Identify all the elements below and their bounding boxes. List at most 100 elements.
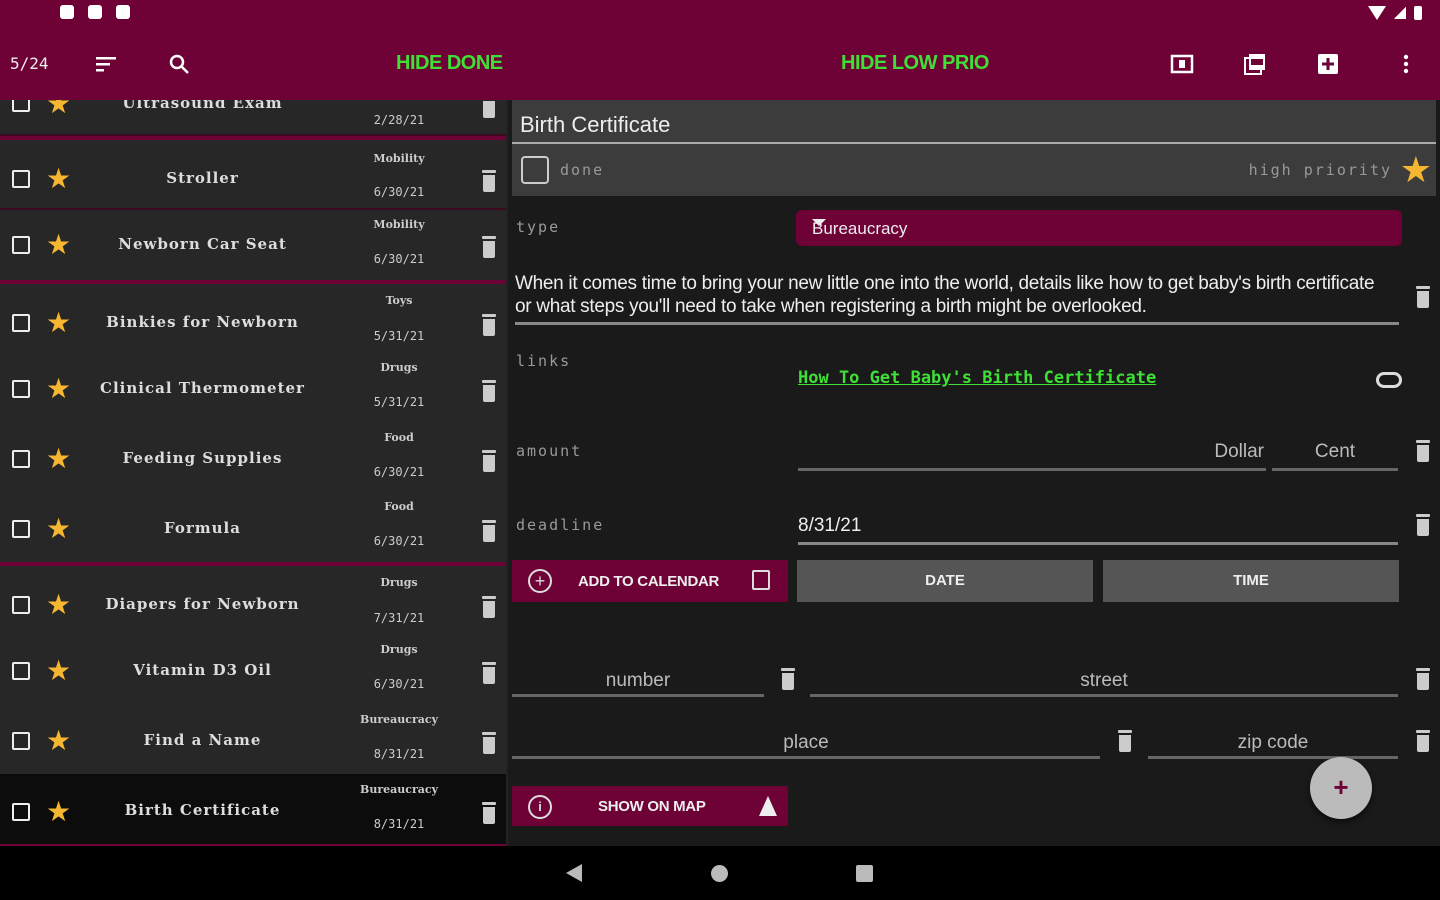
done-checkbox[interactable]	[12, 380, 30, 398]
list-item[interactable]: ★ Feeding Supplies Food 6/30/21	[0, 422, 506, 494]
done-checkbox[interactable]	[12, 170, 30, 188]
done-checkbox[interactable]	[12, 100, 30, 112]
number-input[interactable]: number	[512, 670, 764, 692]
trash-icon[interactable]	[1117, 730, 1133, 752]
list-item[interactable]: ★ Binkies for Newborn Toys 5/31/21	[0, 280, 506, 354]
cent-input[interactable]: Cent	[1274, 441, 1396, 463]
star-icon[interactable]: ★	[46, 515, 71, 543]
search-icon[interactable]	[165, 50, 193, 78]
trash-icon[interactable]	[1415, 440, 1431, 462]
list-item[interactable]: ★ Newborn Car Seat Mobility 6/30/21	[0, 210, 506, 282]
type-value: Bureaucracy	[812, 219, 908, 238]
add-fab-button[interactable]: +	[1310, 757, 1372, 819]
star-icon[interactable]: ★	[46, 100, 71, 118]
trash-icon[interactable]	[1415, 514, 1431, 536]
list-item[interactable]: ★ Stroller Mobility 6/30/21	[0, 136, 506, 210]
pdf-icon[interactable]	[1241, 50, 1269, 78]
description-text[interactable]: When it comes time to bring your new lit…	[515, 272, 1395, 318]
add-to-calendar-button[interactable]: + ADD TO CALENDAR	[512, 560, 788, 602]
list-item[interactable]: ★ Find a Name Bureaucracy 8/31/21	[0, 704, 506, 776]
sort-icon[interactable]	[92, 50, 120, 78]
trash-icon[interactable]	[481, 520, 497, 542]
back-icon[interactable]	[566, 864, 582, 882]
deadline-value[interactable]: 8/31/21	[798, 515, 861, 537]
star-icon[interactable]: ★	[46, 798, 71, 826]
item-title: Diapers for Newborn	[105, 595, 300, 613]
item-date: 6/30/21	[373, 185, 425, 199]
type-select[interactable]: Bureaucracy	[796, 210, 1402, 246]
star-icon[interactable]: ★	[46, 445, 71, 473]
date-button[interactable]: DATE	[797, 560, 1093, 602]
done-checkbox[interactable]	[12, 662, 30, 680]
link[interactable]: How To Get Baby's Birth Certificate	[798, 368, 1156, 388]
list-item[interactable]: ★ Clinical Thermometer Drugs 5/31/21	[0, 352, 506, 424]
done-checkbox[interactable]	[12, 732, 30, 750]
view-icon[interactable]	[1168, 50, 1196, 78]
type-label: type	[516, 218, 561, 236]
star-icon[interactable]: ★	[46, 165, 71, 193]
title-field[interactable]: Birth Certificate	[512, 100, 1436, 144]
list-item[interactable]: ★ Diapers for Newborn Drugs 7/31/21	[0, 562, 506, 636]
home-icon[interactable]	[711, 865, 728, 882]
more-vert-icon[interactable]	[1392, 50, 1420, 78]
item-category: Drugs	[380, 643, 418, 656]
done-checkbox[interactable]	[521, 156, 549, 184]
hide-done-button[interactable]: HIDE DONE	[396, 52, 503, 75]
item-date: 6/30/21	[373, 677, 425, 691]
dollar-underline	[798, 468, 1266, 471]
place-input[interactable]: place	[512, 732, 1100, 754]
trash-icon[interactable]	[481, 662, 497, 684]
dollar-input[interactable]: Dollar	[798, 441, 1264, 463]
star-icon[interactable]: ★	[46, 591, 71, 619]
done-checkbox[interactable]	[12, 236, 30, 254]
add-box-icon[interactable]	[1314, 50, 1342, 78]
links-label: links	[516, 352, 572, 370]
link-icon[interactable]	[1376, 372, 1402, 388]
done-checkbox[interactable]	[12, 450, 30, 468]
list-item[interactable]: ★ Formula Food 6/30/21	[0, 492, 506, 564]
trash-icon[interactable]	[481, 732, 497, 754]
done-row: done high priority ★	[512, 144, 1436, 196]
done-checkbox[interactable]	[12, 520, 30, 538]
street-input[interactable]: street	[810, 670, 1398, 692]
hide-low-prio-button[interactable]: HIDE LOW PRIO	[841, 52, 989, 75]
trash-icon[interactable]	[481, 380, 497, 402]
star-icon[interactable]: ★	[46, 309, 71, 337]
done-checkbox[interactable]	[12, 803, 30, 821]
trash-icon[interactable]	[481, 100, 497, 118]
star-icon[interactable]: ★	[46, 231, 71, 259]
trash-icon[interactable]	[481, 450, 497, 472]
zip-input[interactable]: zip code	[1148, 732, 1398, 754]
list-item[interactable]: ★ Vitamin D3 Oil Drugs 6/30/21	[0, 634, 506, 706]
calendar-icon	[752, 570, 770, 590]
item-category: Drugs	[380, 361, 418, 374]
recent-apps-icon[interactable]	[856, 865, 873, 882]
list-item[interactable]: ★ Ultrasound Exam 2/28/21	[0, 100, 506, 136]
item-title: Clinical Thermometer	[100, 379, 305, 397]
place-underline	[512, 756, 1100, 759]
list-item-selected[interactable]: ★ Birth Certificate Bureaucracy 8/31/21	[0, 774, 506, 846]
time-button[interactable]: TIME	[1103, 560, 1399, 602]
trash-icon[interactable]	[481, 236, 497, 258]
star-icon[interactable]: ★	[1400, 152, 1432, 188]
done-checkbox[interactable]	[12, 596, 30, 614]
trash-icon[interactable]	[481, 314, 497, 336]
trash-icon[interactable]	[481, 802, 497, 824]
trash-icon[interactable]	[780, 668, 796, 690]
trash-icon[interactable]	[481, 596, 497, 618]
wifi-icon	[1368, 6, 1386, 20]
amount-label: amount	[516, 442, 583, 460]
trash-icon[interactable]	[1415, 730, 1431, 752]
star-icon[interactable]: ★	[46, 727, 71, 755]
item-category: Drugs	[380, 576, 418, 589]
app-bar: 5/24 HIDE DONE HIDE LOW PRIO	[0, 28, 1440, 100]
star-icon[interactable]: ★	[46, 657, 71, 685]
trash-icon[interactable]	[481, 170, 497, 192]
done-checkbox[interactable]	[12, 314, 30, 332]
add-to-calendar-label: ADD TO CALENDAR	[578, 573, 720, 590]
show-on-map-button[interactable]: i SHOW ON MAP	[512, 786, 788, 826]
system-nav-bar	[0, 846, 1440, 900]
trash-icon[interactable]	[1415, 668, 1431, 690]
star-icon[interactable]: ★	[46, 375, 71, 403]
trash-icon[interactable]	[1415, 286, 1431, 308]
